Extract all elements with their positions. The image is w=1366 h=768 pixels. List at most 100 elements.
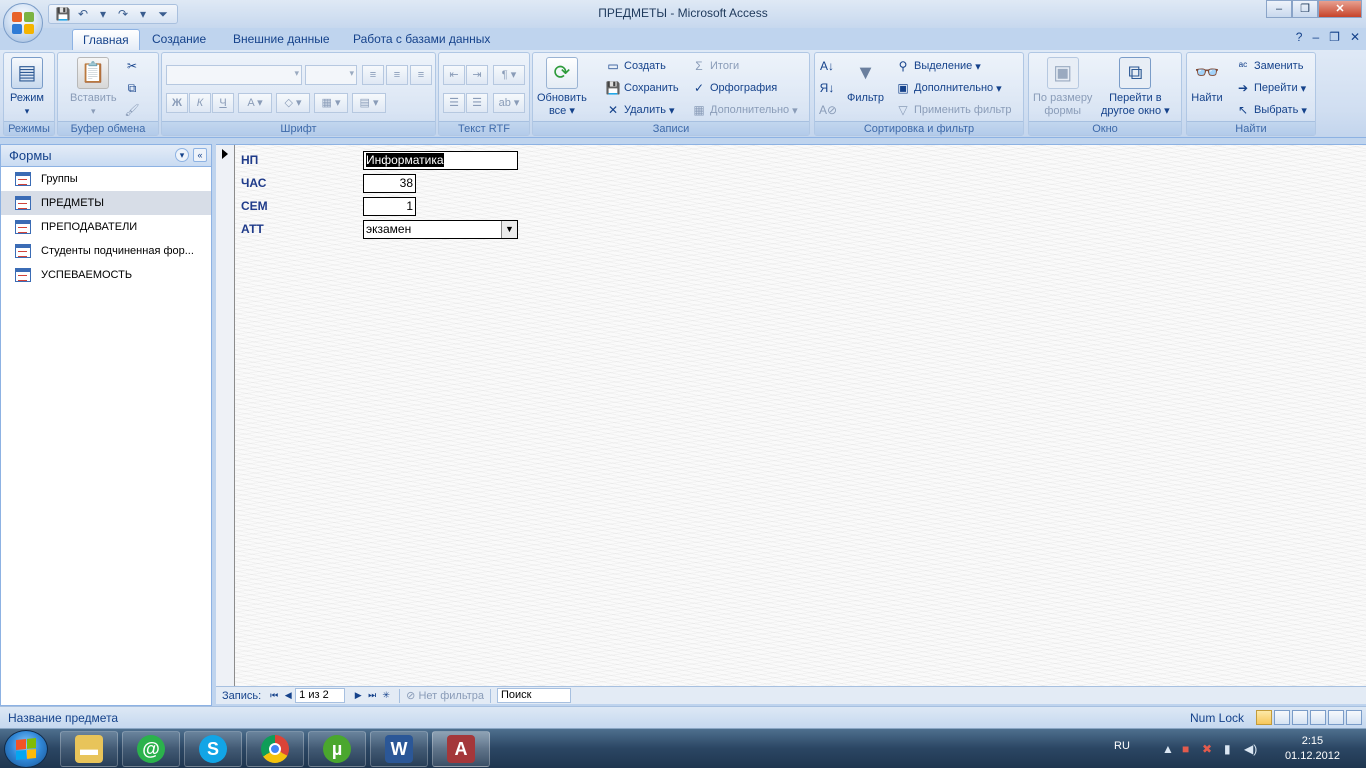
increase-indent-button[interactable]: ⇥ [466,65,488,85]
doc-close-button[interactable]: ✕ [1350,30,1360,44]
totals-button[interactable]: Σ Итоги [691,57,739,75]
bulleted-list-button[interactable]: ☰ [466,93,488,113]
advanced-filter-button[interactable]: ▣ Дополнительно ▾ [895,79,1001,97]
taskbar-utorrent[interactable]: µ [308,731,366,767]
highlight-button[interactable]: ab ▾ [493,93,525,113]
copy-button[interactable]: ⧉ [124,79,140,97]
fill-color-button[interactable]: ◇ ▾ [276,93,310,113]
chevron-down-icon[interactable]: ▼ [501,221,517,238]
new-record-button[interactable]: ▭ Создать [605,57,665,75]
tab-home[interactable]: Главная [72,29,140,50]
last-record-icon[interactable]: ⏭ [365,690,379,701]
taskbar-mail-agent[interactable]: @ [122,731,180,767]
sort-za-icon: Я↓ [819,81,835,95]
attestation-combo[interactable]: экзамен ▼ [363,220,518,239]
selection-button[interactable]: ⚲ Выделение ▾ [895,57,981,75]
taskbar-word[interactable]: W [370,731,428,767]
help-icon[interactable]: ? [1296,30,1303,44]
semester-field[interactable]: 1 [363,197,416,216]
filter-status[interactable]: ⊘ Нет фильтра [406,689,484,702]
search-input[interactable]: Поиск [497,688,571,703]
network-warning-icon[interactable]: ✖ [1202,742,1212,756]
delete-record-button[interactable]: ✕ Удалить ▾ [605,101,675,119]
font-name-combo[interactable] [166,65,302,85]
more-records-button[interactable]: ▦ Дополнительно ▾ [691,101,797,119]
numbered-list-button[interactable]: ☰ [443,93,465,113]
volume-icon[interactable]: ◀) [1244,742,1257,756]
replace-icon: ᵃᶜ [1238,59,1248,73]
taskbar-chrome[interactable] [246,731,304,767]
spelling-button[interactable]: ✓ Орфография [691,79,777,97]
doc-minimize-button[interactable]: – [1312,30,1319,44]
close-button[interactable]: ✕ [1318,0,1362,18]
cut-button[interactable]: ✂ [124,57,140,75]
new-record-icon[interactable]: ✳ [379,690,393,701]
layout-view-button[interactable] [1328,710,1344,725]
nav-item-progress[interactable]: УСПЕВАЕМОСТЬ [1,263,211,287]
taskbar-explorer[interactable]: ▬ [60,731,118,767]
show-hidden-icons-icon[interactable]: ▲ [1162,742,1174,756]
underline-button[interactable]: Ч [212,93,234,113]
prev-record-icon[interactable]: ◀ [281,690,295,701]
nav-item-teachers[interactable]: ПРЕПОДАВАТЕЛИ [1,215,211,239]
record-selector[interactable] [216,145,235,687]
hours-field[interactable]: 38 [363,174,416,193]
font-color-button[interactable]: A ▾ [238,93,272,113]
font-size-combo[interactable] [305,65,357,85]
language-indicator[interactable]: RU [1114,740,1130,752]
sort-ascending-button[interactable]: A↓ [819,57,835,75]
tab-database-tools[interactable]: Работа с базами данных [343,29,500,50]
mode-button[interactable]: ▤ Режим ▾ [10,57,44,118]
switch-windows-button[interactable]: ⧉ Перейти в другое окно ▾ [1101,57,1170,118]
office-button[interactable] [3,3,43,43]
refresh-all-button[interactable]: ⟳ Обновить все ▾ [537,57,587,118]
save-record-button[interactable]: 💾 Сохранить [605,79,679,97]
alternate-fill-button[interactable]: ▤ ▾ [352,93,386,113]
form-view-button[interactable] [1256,710,1272,725]
tab-external-data[interactable]: Внешние данные [223,29,340,50]
design-view-button[interactable] [1346,710,1362,725]
sort-descending-button[interactable]: Я↓ [819,79,835,97]
antivirus-icon[interactable]: ■ [1182,742,1189,756]
maximize-button[interactable]: ❐ [1292,0,1318,18]
nav-item-students-subform[interactable]: Студенты подчиненная фор... [1,239,211,263]
first-record-icon[interactable]: ⏮ [267,690,281,701]
align-center-button[interactable]: ≡ [386,65,408,85]
taskbar-access[interactable]: A [432,731,490,767]
gridlines-button[interactable]: ▦ ▾ [314,93,348,113]
doc-restore-button[interactable]: ❐ [1329,30,1340,44]
clock[interactable]: 2:15 01.12.2012 [1285,734,1340,764]
pivot-table-view-button[interactable] [1292,710,1308,725]
replace-button[interactable]: ᵃᶜ Заменить [1235,57,1304,75]
datasheet-view-button[interactable] [1274,710,1290,725]
chevron-down-icon[interactable]: ▾ [175,148,189,162]
next-record-icon[interactable]: ▶ [351,690,365,701]
start-button[interactable] [4,730,48,768]
goto-button[interactable]: ➔ Перейти ▾ [1235,79,1306,97]
text-direction-button[interactable]: ¶ ▾ [493,65,525,85]
nav-item-subjects[interactable]: ПРЕДМЕТЫ [1,191,211,215]
taskbar-skype[interactable]: S [184,731,242,767]
minimize-button[interactable]: – [1266,0,1292,18]
align-left-button[interactable]: ≡ [362,65,384,85]
collapse-pane-icon[interactable]: « [193,148,207,162]
record-position-input[interactable]: 1 из 2 [295,688,346,703]
italic-button[interactable]: К [189,93,211,113]
decrease-indent-button[interactable]: ⇤ [443,65,465,85]
filter-button[interactable]: ▼ Фильтр [847,57,884,105]
clear-sort-button[interactable]: A⊘ [819,101,837,119]
pivot-chart-view-button[interactable] [1310,710,1326,725]
fit-to-form-button[interactable]: ▣ По размеру формы [1033,57,1092,118]
select-button[interactable]: ↖ Выбрать ▾ [1235,101,1307,119]
tab-create[interactable]: Создание [142,29,216,50]
nav-item-groups[interactable]: Группы [1,167,211,191]
align-right-button[interactable]: ≡ [410,65,432,85]
format-painter-button[interactable]: 🖌 [124,101,140,119]
paste-button[interactable]: 📋 Вставить ▾ [70,57,117,118]
find-button[interactable]: 👓 Найти [1191,57,1223,105]
bold-button[interactable]: Ж [166,93,188,113]
apply-filter-button[interactable]: ▽ Применить фильтр [895,101,1011,119]
nav-pane-header[interactable]: Формы ▾ « [1,145,211,167]
signal-icon[interactable]: ▮ [1224,742,1231,756]
subject-name-field[interactable]: Информатика [363,151,518,170]
